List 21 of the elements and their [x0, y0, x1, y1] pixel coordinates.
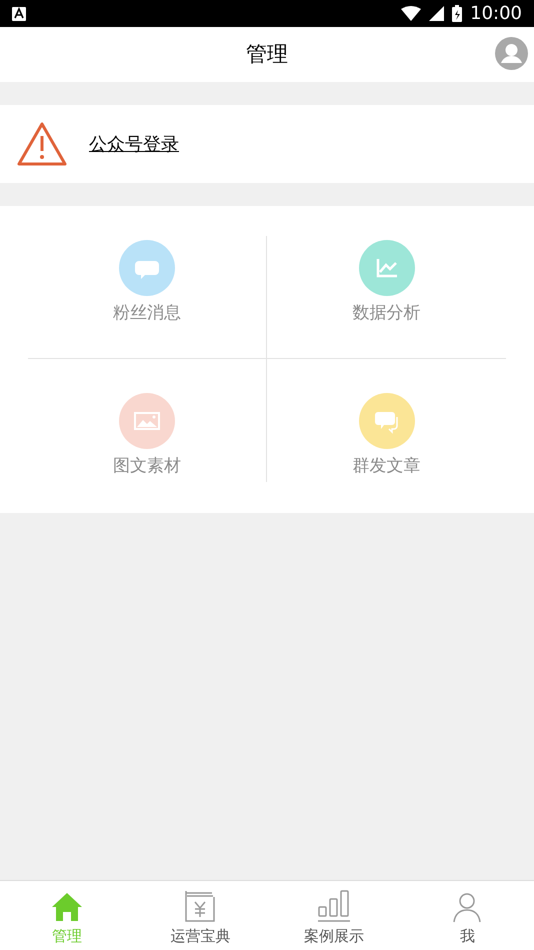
feature-label: 粉丝消息	[113, 302, 181, 325]
tab[interactable]: 案例展示	[267, 881, 400, 950]
login-link[interactable]: 公众号登录	[89, 130, 179, 158]
tab[interactable]: 我	[400, 881, 534, 950]
tab[interactable]: 运营宝典	[134, 881, 267, 950]
avatar-icon[interactable]	[495, 37, 528, 70]
wifi-icon	[401, 6, 422, 21]
feature-label: 数据分析	[352, 302, 420, 325]
warning-icon	[17, 122, 67, 166]
signal-icon	[429, 6, 444, 21]
page-title: 管理	[246, 40, 288, 68]
bar-chart-icon	[316, 888, 351, 922]
notification-icon	[12, 6, 26, 20]
book-icon	[184, 888, 216, 922]
person-icon	[451, 890, 484, 922]
clock: 10:00	[470, 2, 522, 26]
login-row[interactable]: 公众号登录	[0, 105, 534, 183]
feature-label: 图文素材	[113, 455, 181, 478]
home-icon	[50, 890, 83, 922]
feature-label: 群发文章	[352, 455, 420, 478]
battery-icon	[452, 5, 462, 22]
